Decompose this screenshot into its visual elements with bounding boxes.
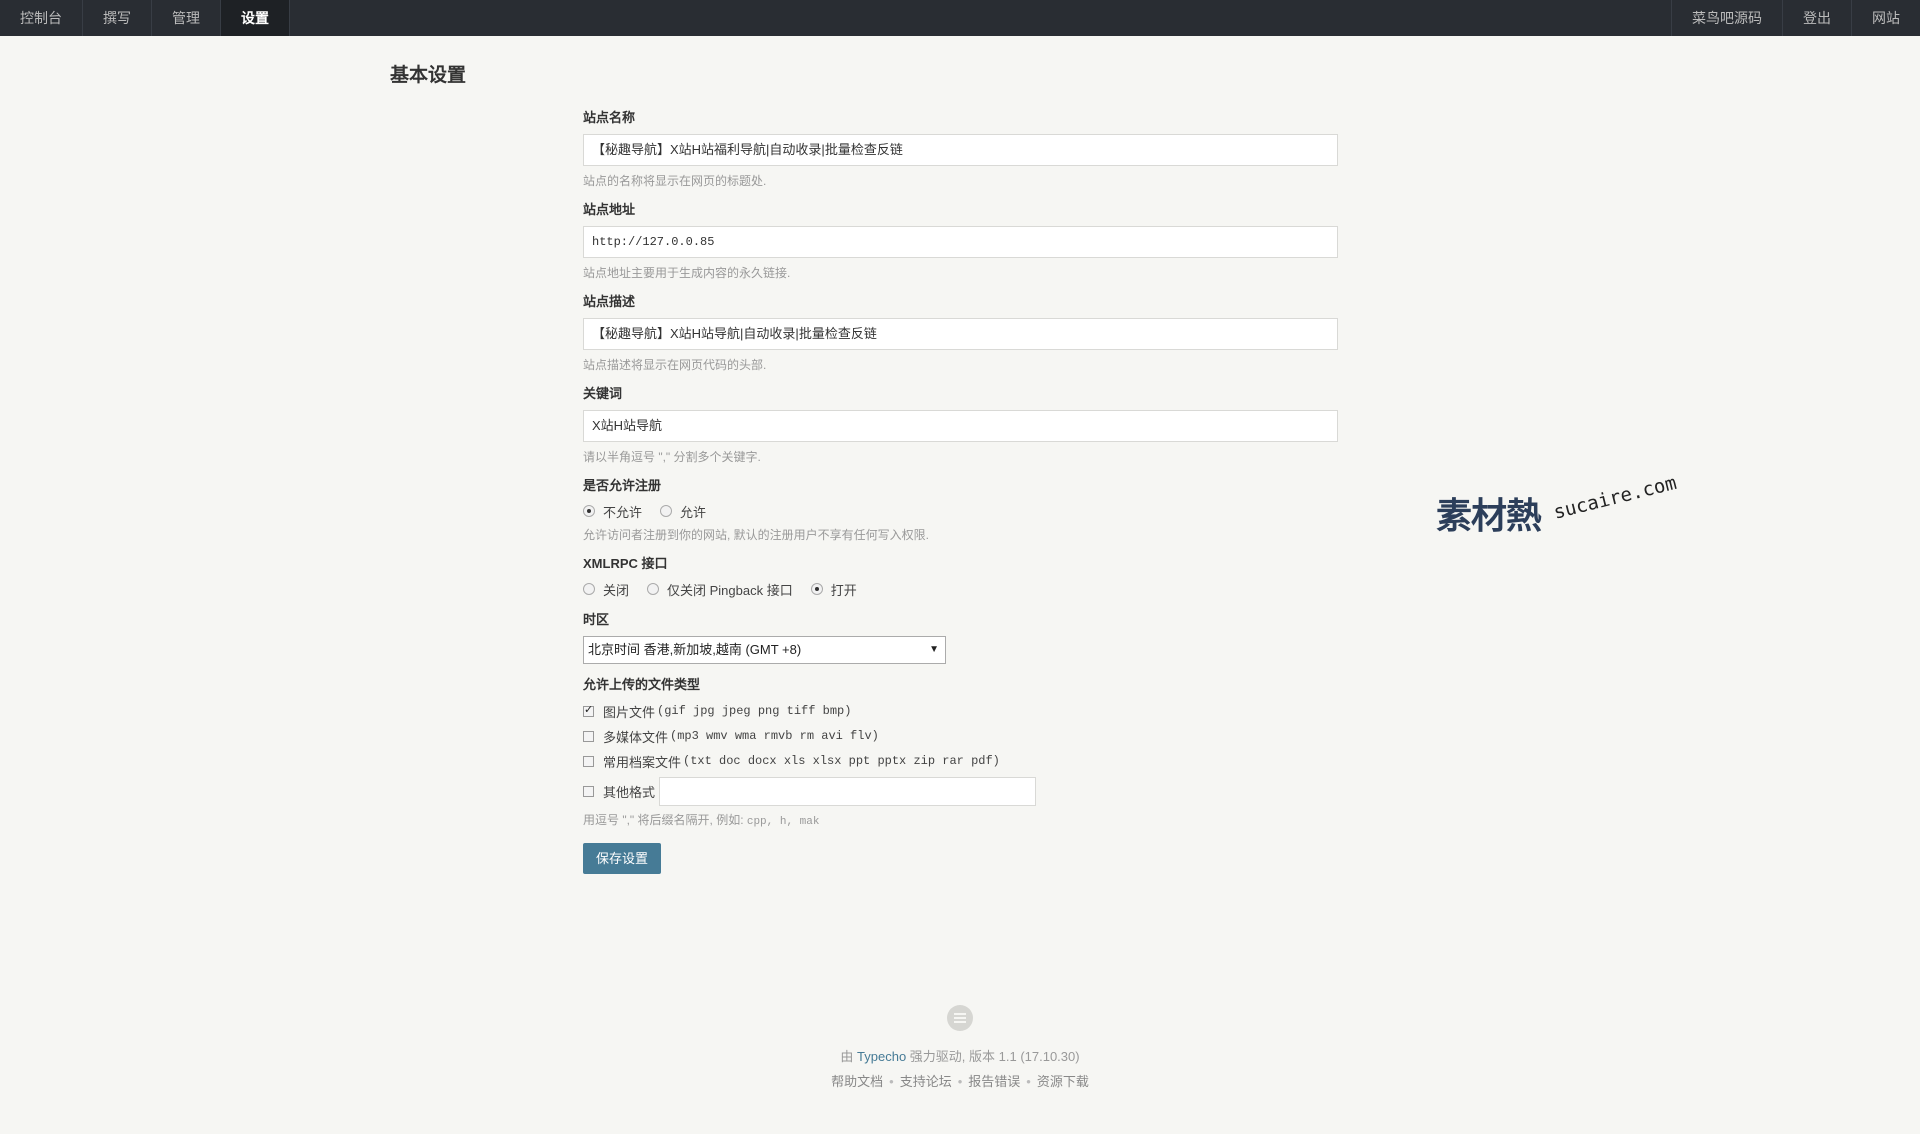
footer-separator: •	[889, 1074, 894, 1089]
watermark-logo: 素材熱 sucaire.com	[1436, 472, 1679, 544]
site-url-label: 站点地址	[583, 202, 636, 217]
footer-separator: •	[957, 1074, 963, 1089]
footer-links: 帮助文档 • 支持论坛 • 报告错误 • 资源下载	[0, 1071, 1920, 1090]
xmlrpc-option-off[interactable]: 关闭	[583, 580, 629, 599]
radio-unchecked-icon[interactable]	[647, 583, 660, 595]
radio-checked-icon[interactable]	[810, 583, 823, 595]
upload-desc-example: cpp, h, mak	[746, 816, 820, 828]
register-option-allow-label: 允许	[680, 504, 707, 520]
xmlrpc-option-pingback-off-label: 仅关闭 Pingback 接口	[667, 582, 793, 598]
checkbox-checked-icon[interactable]	[583, 703, 594, 717]
footer-powered-by: 由 Typecho 强力驱动, 版本 1.1 (17.10.30)	[0, 1046, 1920, 1065]
upload-option-media[interactable]: 多媒体文件 (mp3 wmv wma rmvb rm avi flv)	[583, 727, 1338, 745]
upload-types-desc: 用逗号 "," 将后缀名隔开, 例如: cpp, h, mak	[583, 813, 1338, 828]
site-name-label: 站点名称	[583, 110, 636, 125]
nav-manage[interactable]: 管理	[152, 0, 221, 36]
save-settings-button[interactable]: 保存设置	[583, 843, 662, 874]
xmlrpc-field: XMLRPC 接口 关闭 仅关闭 Pingback 接口 打开	[583, 556, 1338, 598]
upload-desc-text: 用逗号 "," 将后缀名隔开, 例如:	[583, 813, 747, 827]
xmlrpc-label: XMLRPC 接口	[583, 556, 668, 571]
footer-link-download[interactable]: 资源下载	[1037, 1074, 1089, 1089]
footer-link-help[interactable]: 帮助文档	[831, 1074, 883, 1089]
register-desc: 允许访问者注册到你的网站, 默认的注册用户不享有任何写入权限.	[583, 528, 930, 542]
keywords-input[interactable]: X站H站导航	[583, 410, 1338, 442]
nav-dashboard[interactable]: 控制台	[0, 0, 83, 36]
timezone-selected-value: 北京时间 香港,新加坡,越南 (GMT +8)	[588, 642, 802, 657]
xmlrpc-options: 关闭 仅关闭 Pingback 接口 打开	[583, 580, 1338, 598]
xmlrpc-option-pingback-off[interactable]: 仅关闭 Pingback 接口	[647, 580, 793, 599]
nav-left: 控制台 撰写 管理 设置	[0, 0, 290, 36]
upload-types-field: 允许上传的文件类型 图片文件 (gif jpg jpeg png tiff bm…	[583, 677, 1338, 828]
nav-logout[interactable]: 登出	[1782, 0, 1851, 36]
upload-option-other-label: 其他格式	[603, 785, 656, 800]
upload-types-label: 允许上传的文件类型	[583, 677, 701, 692]
upload-option-documents-label: 常用档案文件	[603, 754, 682, 770]
other-extensions-input[interactable]	[659, 777, 1037, 806]
keywords-desc: 请以半角逗号 "," 分割多个关键字.	[583, 450, 761, 464]
site-url-input[interactable]: http://127.0.0.85	[583, 226, 1338, 258]
timezone-field: 时区 北京时间 香港,新加坡,越南 (GMT +8) ▼	[583, 612, 1338, 664]
site-desc-label: 站点描述	[583, 294, 636, 309]
settings-form: 站点名称 【秘趣导航】X站H站福利导航|自动收录|批量检查反链 站点的名称将显示…	[583, 110, 1338, 874]
register-options: 不允许 允许	[583, 502, 1338, 520]
site-name-desc: 站点的名称将显示在网页的标题处.	[583, 174, 767, 188]
watermark-text: sucaire.com	[1551, 471, 1679, 524]
radio-unchecked-icon[interactable]	[583, 583, 595, 595]
top-nav: 控制台 撰写 管理 设置 菜鸟吧源码 登出 网站	[0, 0, 1920, 36]
register-option-allow[interactable]: 允许	[660, 502, 706, 521]
watermark-logo-mark: 素材熱	[1436, 496, 1542, 537]
checkbox-unchecked-icon[interactable]	[583, 755, 594, 767]
footer-version: 强力驱动, 版本 1.1 (17.10.30)	[906, 1049, 1080, 1064]
keywords-field: 关键词 X站H站导航 请以半角逗号 "," 分割多个关键字.	[583, 386, 1338, 465]
nav-settings[interactable]: 设置	[221, 0, 290, 36]
footer-link-report[interactable]: 报告错误	[968, 1074, 1020, 1089]
upload-option-images-ext: (gif jpg jpeg png tiff bmp)	[657, 704, 852, 718]
site-desc-desc: 站点描述将显示在网页代码的头部.	[583, 358, 767, 372]
radio-unchecked-icon[interactable]	[660, 505, 673, 517]
upload-option-documents-ext: (txt doc docx xls xlsx ppt pptx zip rar …	[683, 754, 1000, 768]
typecho-link[interactable]: Typecho	[857, 1049, 906, 1064]
xmlrpc-option-on-label: 打开	[830, 582, 857, 598]
upload-option-other[interactable]: 其他格式	[583, 777, 1338, 806]
nav-user[interactable]: 菜鸟吧源码	[1671, 0, 1782, 36]
dropdown-caret-icon: ▼	[929, 644, 939, 655]
footer-prefix: 由	[840, 1049, 858, 1064]
checkbox-unchecked-icon[interactable]	[583, 786, 594, 797]
radio-checked-icon[interactable]	[583, 505, 595, 517]
timezone-label: 时区	[583, 612, 610, 627]
upload-option-media-label: 多媒体文件	[603, 729, 669, 745]
footer-link-forum[interactable]: 支持论坛	[900, 1074, 952, 1089]
upload-option-media-ext: (mp3 wmv wma rmvb rm avi flv)	[670, 729, 879, 743]
register-option-deny[interactable]: 不允许	[583, 502, 642, 521]
footer-separator: •	[1026, 1074, 1031, 1089]
typecho-logo-icon	[947, 1005, 973, 1031]
site-url-desc: 站点地址主要用于生成内容的永久链接.	[583, 266, 791, 280]
upload-option-images[interactable]: 图片文件 (gif jpg jpeg png tiff bmp)	[583, 702, 1338, 720]
keywords-label: 关键词	[583, 386, 623, 401]
site-desc-field: 站点描述 【秘趣导航】X站H站导航|自动收录|批量检查反链 站点描述将显示在网页…	[583, 294, 1338, 373]
xmlrpc-option-off-label: 关闭	[603, 582, 630, 598]
upload-option-documents[interactable]: 常用档案文件 (txt doc docx xls xlsx ppt pptx z…	[583, 752, 1338, 770]
site-name-input[interactable]: 【秘趣导航】X站H站福利导航|自动收录|批量检查反链	[583, 134, 1338, 166]
register-option-deny-label: 不允许	[603, 504, 643, 520]
register-label: 是否允许注册	[583, 478, 662, 493]
checkbox-unchecked-icon[interactable]	[583, 730, 594, 742]
site-desc-input[interactable]: 【秘趣导航】X站H站导航|自动收录|批量检查反链	[583, 318, 1338, 350]
nav-website[interactable]: 网站	[1851, 0, 1920, 36]
xmlrpc-option-on[interactable]: 打开	[810, 580, 857, 599]
site-name-field: 站点名称 【秘趣导航】X站H站福利导航|自动收录|批量检查反链 站点的名称将显示…	[583, 110, 1338, 189]
nav-write[interactable]: 撰写	[83, 0, 152, 36]
upload-option-images-label: 图片文件	[603, 704, 656, 720]
site-url-field: 站点地址 http://127.0.0.85 站点地址主要用于生成内容的永久链接…	[583, 202, 1338, 281]
page-title: 基本设置	[390, 65, 467, 86]
register-field: 是否允许注册 不允许 允许 允许访问者注册到你的网站, 默认的注册用户不享有任何…	[583, 478, 1338, 543]
nav-right: 菜鸟吧源码 登出 网站	[1671, 0, 1920, 36]
timezone-select[interactable]: 北京时间 香港,新加坡,越南 (GMT +8) ▼	[583, 636, 946, 664]
